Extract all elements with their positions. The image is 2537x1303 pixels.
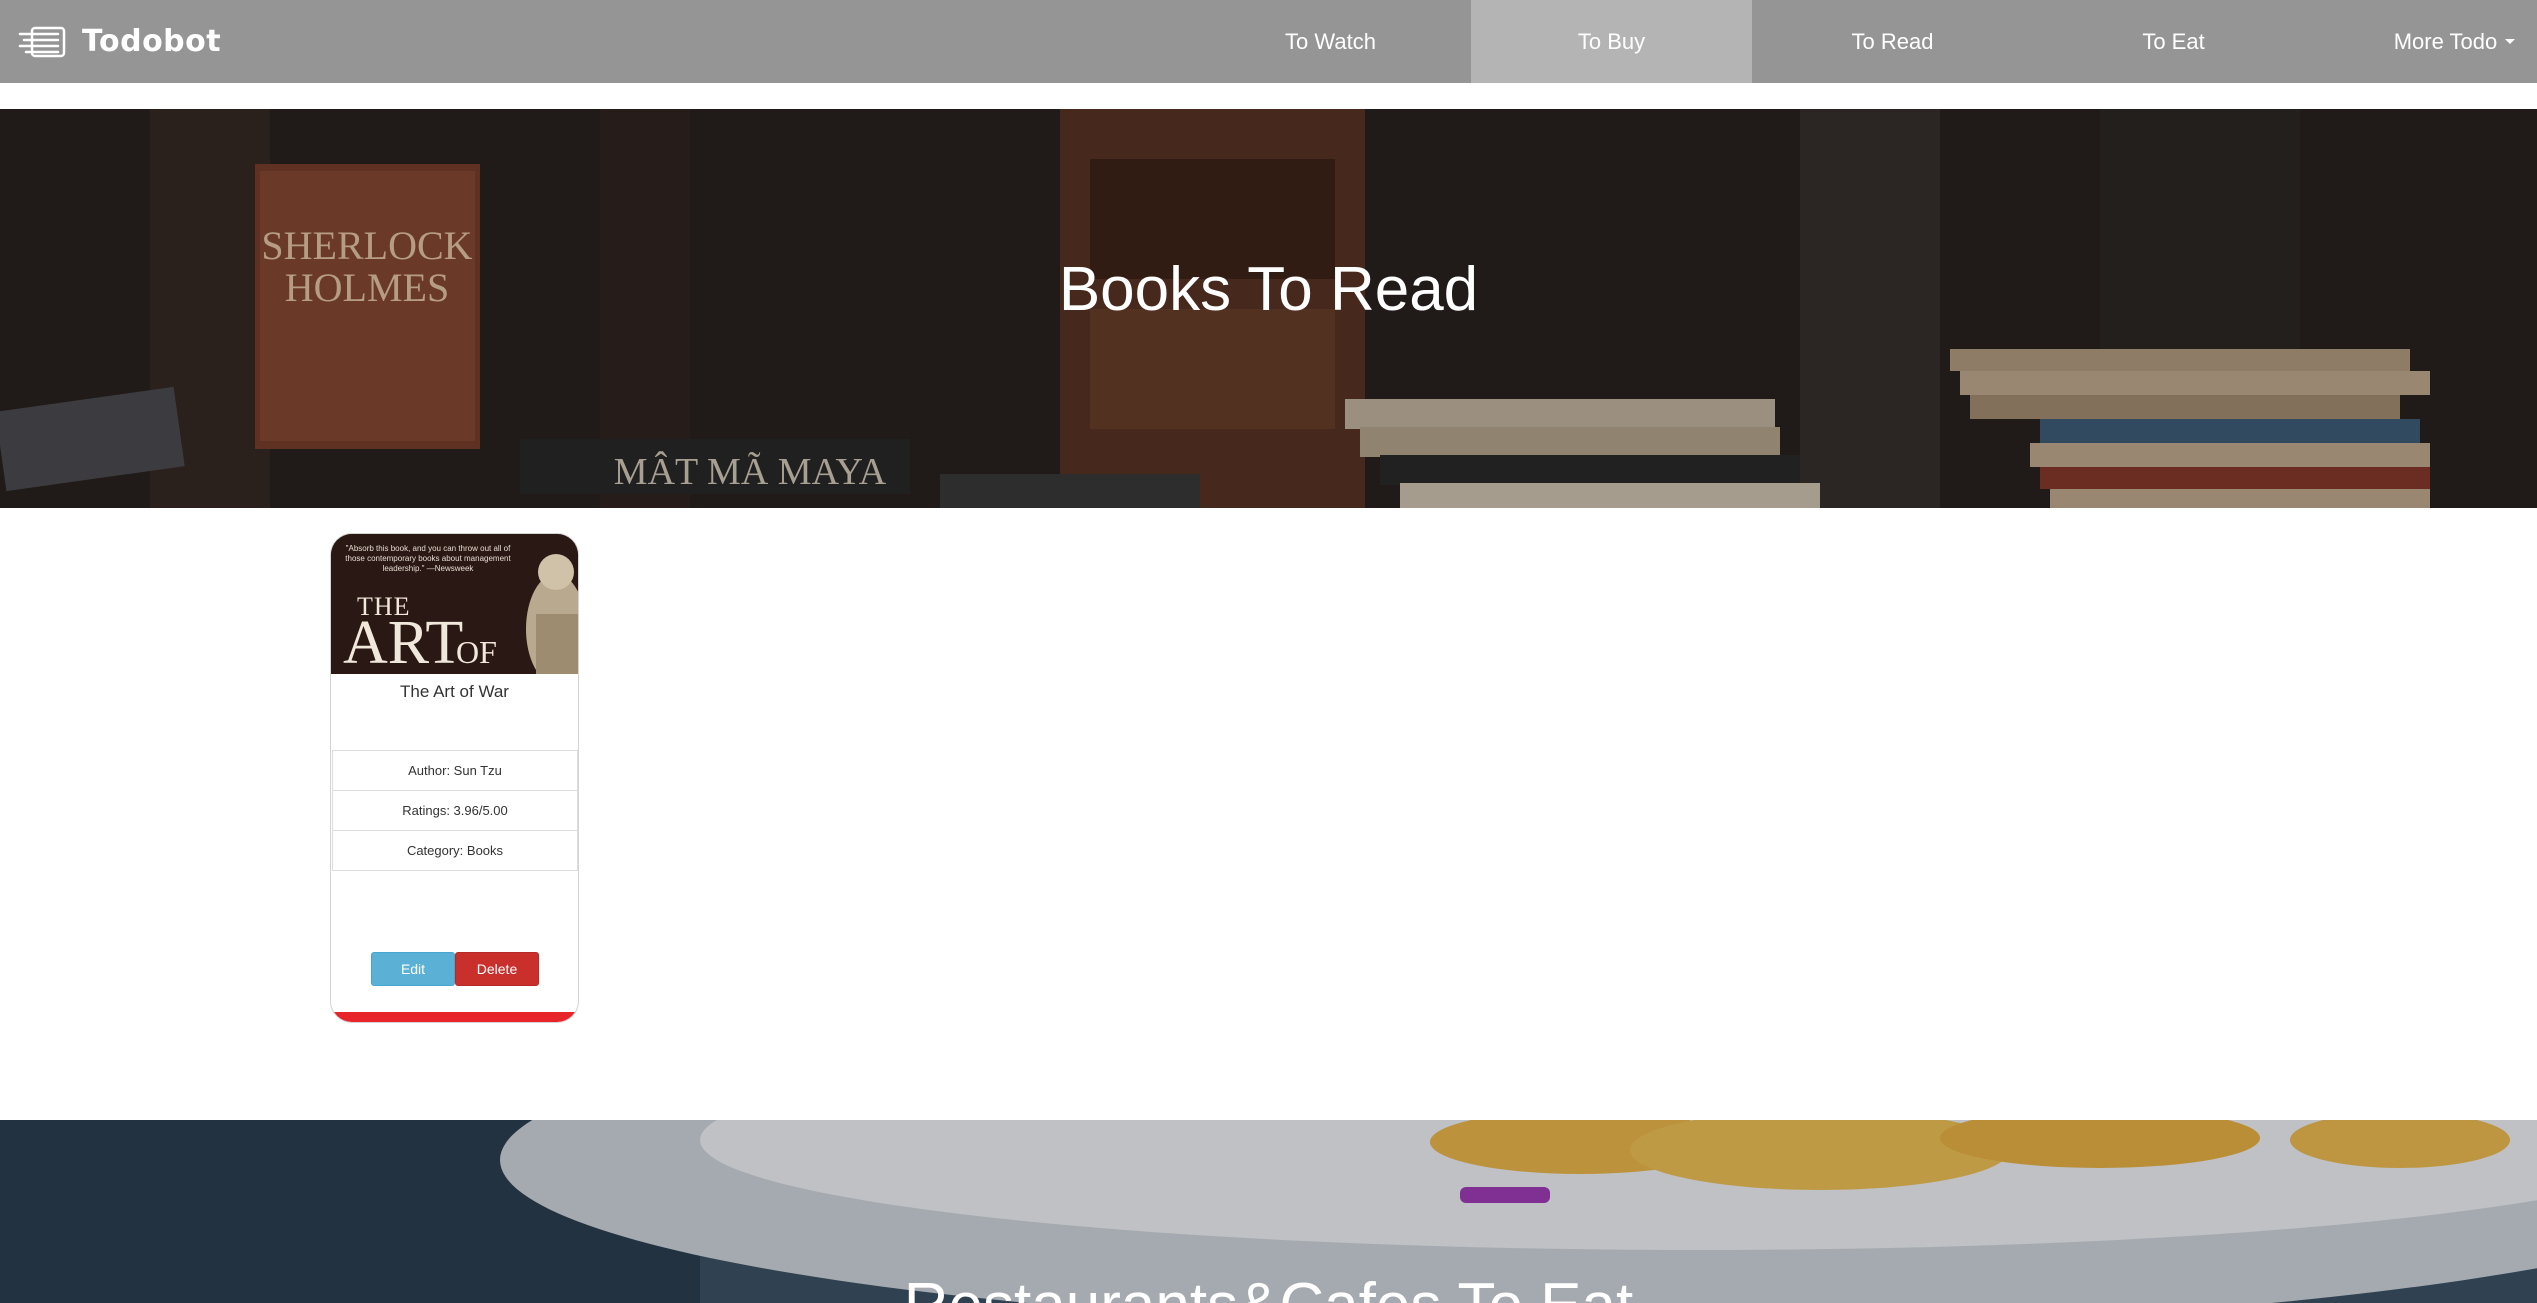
cover-text-of: OF <box>456 634 497 670</box>
nav-item-label: To Buy <box>1577 28 1646 54</box>
books-hero-title: Books To Read <box>1058 255 1479 324</box>
food-hero-title: Restaurants&Cafes To Eat <box>0 1270 2537 1303</box>
nav-item-more-todo-dropdown[interactable]: More Todo <box>2314 0 2537 83</box>
brand-name: Todobot <box>82 24 222 59</box>
nav-item-to-watch[interactable]: To Watch <box>1190 0 1471 83</box>
book-cover-image: "Absorb this book, and you can throw out… <box>331 534 578 674</box>
nav-item-to-eat[interactable]: To Eat <box>2033 0 2314 83</box>
nav-menu: To Watch To Buy To Read To Eat More Todo <box>1190 0 2537 83</box>
book-category: Category: Books <box>332 830 578 871</box>
cover-quote: "Absorb this book, and you can throw out… <box>345 544 511 573</box>
nav-item-label: To Read <box>1851 28 1934 54</box>
book-info-list: Author: Sun Tzu Ratings: 3.96/5.00 Categ… <box>332 750 578 871</box>
book-card: "Absorb this book, and you can throw out… <box>330 533 579 1023</box>
books-hero-banner: SHERLOCK HOLMES MÂT MÃ MAYA Books To Rea… <box>0 109 2537 508</box>
book-ratings: Ratings: 3.96/5.00 <box>332 790 578 831</box>
nav-item-label: More Todo <box>2393 28 2498 54</box>
list-icon <box>18 26 66 57</box>
brand[interactable]: Todobot <box>18 0 221 83</box>
card-accent-bar <box>331 1012 578 1022</box>
nav-item-to-read[interactable]: To Read <box>1752 0 2033 83</box>
delete-button[interactable]: Delete <box>455 952 539 986</box>
caret-down-icon <box>2505 39 2516 44</box>
nav-item-label: To Eat <box>2142 28 2205 54</box>
edit-button[interactable]: Edit <box>371 952 455 986</box>
food-hero-banner: Restaurants&Cafes To Eat <box>0 1120 2537 1303</box>
top-navbar: Todobot To Watch To Buy To Read To Eat M… <box>0 0 2537 83</box>
book-title: The Art of War <box>400 682 509 701</box>
nav-item-label: To Watch <box>1285 28 1376 54</box>
book-author: Author: Sun Tzu <box>332 750 578 791</box>
cover-text-art: ART <box>343 609 464 674</box>
nav-item-to-buy[interactable]: To Buy <box>1471 0 1752 83</box>
